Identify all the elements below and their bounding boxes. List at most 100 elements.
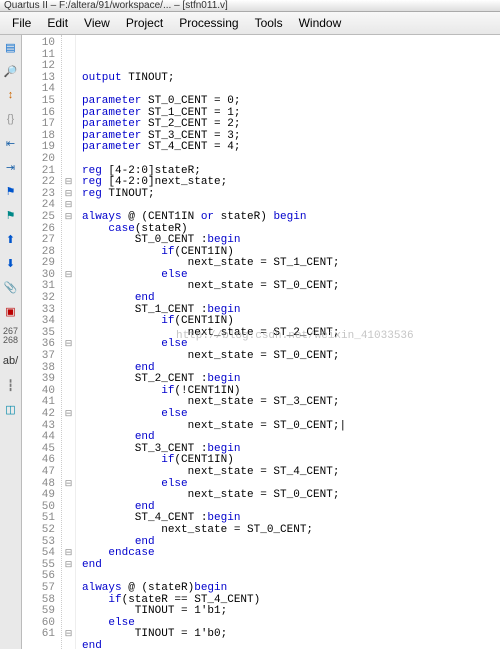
code-line[interactable]: end — [82, 560, 500, 572]
code-line[interactable]: TINOUT = 1'b1; — [82, 606, 500, 618]
fold-marker — [62, 525, 75, 537]
code-area[interactable]: http://blog.csdn.net/weixin_41033536 out… — [76, 35, 500, 649]
fold-marker — [62, 142, 75, 154]
fold-marker — [62, 606, 75, 618]
fold-marker — [62, 258, 75, 270]
fold-marker[interactable]: ⊟ — [62, 189, 75, 201]
menu-tools[interactable]: Tools — [247, 14, 291, 32]
line-number-gutter: 1011121314151617181920212223242526272829… — [22, 35, 62, 649]
fold-marker — [62, 583, 75, 595]
fold-marker — [62, 374, 75, 386]
menu-project[interactable]: Project — [118, 14, 171, 32]
line-number: 61 — [22, 629, 55, 641]
fold-marker — [62, 50, 75, 62]
fold-gutter[interactable]: ⊟⊟⊟⊟⊟⊟⊟⊟⊟⊟⊟ — [62, 35, 76, 649]
code-line[interactable]: end — [82, 293, 500, 305]
fold-marker[interactable]: ⊟ — [62, 177, 75, 189]
tool-strip: ▤ 🔎 ↕ {} ⇤ ⇥ ⚑ ⚑ ⬆ ⬇ 📎 ▣ 267 268 ab/ ┇ ◫ — [0, 35, 22, 649]
menu-file[interactable]: File — [4, 14, 39, 32]
code-line[interactable]: reg [4-2:0]next_state; — [82, 177, 500, 189]
line-number: 47 — [22, 467, 55, 479]
menubar: File Edit View Project Processing Tools … — [0, 12, 500, 35]
flag-blue-icon[interactable]: ⚑ — [3, 183, 19, 199]
fold-marker — [62, 397, 75, 409]
fold-marker — [62, 328, 75, 340]
fold-marker — [62, 386, 75, 398]
code-editor[interactable]: 1011121314151617181920212223242526272829… — [22, 35, 500, 649]
fold-marker — [62, 293, 75, 305]
ab-icon[interactable]: ab/ — [3, 353, 19, 369]
fold-marker — [62, 444, 75, 456]
code-line[interactable]: TINOUT = 1'b0; — [82, 629, 500, 641]
line-number: 59 — [22, 606, 55, 618]
code-line[interactable]: always @ (stateR)begin — [82, 583, 500, 595]
menu-processing[interactable]: Processing — [171, 14, 246, 32]
code-line[interactable]: output TINOUT; — [82, 73, 500, 85]
fold-marker — [62, 224, 75, 236]
fold-marker[interactable]: ⊟ — [62, 479, 75, 491]
code-line[interactable]: end — [82, 641, 500, 649]
fold-marker[interactable]: ⊟ — [62, 548, 75, 560]
fold-marker — [62, 119, 75, 131]
line-number: 42 — [22, 409, 55, 421]
replace-icon[interactable]: ↕ — [3, 87, 19, 103]
fold-marker — [62, 73, 75, 85]
code-line[interactable]: parameter ST_4_CENT = 4; — [82, 142, 500, 154]
fold-marker — [62, 432, 75, 444]
fold-marker — [62, 455, 75, 467]
fold-marker — [62, 595, 75, 607]
work-area: ▤ 🔎 ↕ {} ⇤ ⇥ ⚑ ⚑ ⬆ ⬇ 📎 ▣ 267 268 ab/ ┇ ◫… — [0, 35, 500, 649]
fold-marker[interactable]: ⊟ — [62, 339, 75, 351]
indent-left-icon[interactable]: ⇤ — [3, 135, 19, 151]
code-line[interactable]: parameter ST_2_CENT = 2; — [82, 119, 500, 131]
code-line[interactable]: endcase — [82, 548, 500, 560]
fold-marker[interactable]: ⊟ — [62, 200, 75, 212]
flag-up-icon[interactable]: ⬆ — [3, 231, 19, 247]
line-number: 27 — [22, 235, 55, 247]
line-number: 37 — [22, 351, 55, 363]
line-number: 32 — [22, 293, 55, 305]
fold-marker[interactable]: ⊟ — [62, 409, 75, 421]
line-number: 57 — [22, 583, 55, 595]
fold-marker[interactable]: ⊟ — [62, 560, 75, 572]
fold-marker — [62, 316, 75, 328]
fold-marker — [62, 421, 75, 433]
fold-marker — [62, 247, 75, 259]
fold-marker — [62, 502, 75, 514]
code-line[interactable]: else — [82, 409, 500, 421]
fold-marker — [62, 61, 75, 73]
menu-window[interactable]: Window — [291, 14, 350, 32]
code-line[interactable]: always @ (CENT1IN or stateR) begin — [82, 212, 500, 224]
fold-marker — [62, 235, 75, 247]
fold-marker — [62, 281, 75, 293]
title-text: Quartus II – F:/altera/91/workspace/... … — [4, 0, 228, 11]
code-line[interactable] — [82, 154, 500, 166]
code-line[interactable]: next_state = ST_4_CENT; — [82, 467, 500, 479]
tool-icon-3[interactable]: ◫ — [3, 401, 19, 417]
tool-icon-2[interactable]: ┇ — [3, 377, 19, 393]
code-line[interactable]: ST_0_CENT :begin — [82, 235, 500, 247]
menu-edit[interactable]: Edit — [39, 14, 76, 32]
fold-marker — [62, 166, 75, 178]
flag-teal-icon[interactable]: ⚑ — [3, 207, 19, 223]
fold-marker[interactable]: ⊟ — [62, 270, 75, 282]
menu-view[interactable]: View — [76, 14, 118, 32]
page-icon[interactable]: ▤ — [3, 39, 19, 55]
fold-marker[interactable]: ⊟ — [62, 212, 75, 224]
line-number: 49 — [22, 490, 55, 502]
clip-icon[interactable]: 📎 — [3, 279, 19, 295]
code-line[interactable]: reg TINOUT; — [82, 189, 500, 201]
indent-right-icon[interactable]: ⇥ — [3, 159, 19, 175]
fold-marker — [62, 351, 75, 363]
fold-marker — [62, 537, 75, 549]
fold-marker — [62, 84, 75, 96]
binoculars-icon[interactable]: 🔎 — [3, 63, 19, 79]
code-line[interactable]: parameter ST_0_CENT = 0; — [82, 96, 500, 108]
line-number: 17 — [22, 119, 55, 131]
line-number: 10 — [22, 38, 55, 50]
doc-red-icon[interactable]: ▣ — [3, 303, 19, 319]
line-number: 25 — [22, 212, 55, 224]
fold-marker[interactable]: ⊟ — [62, 629, 75, 641]
tool-icon-1[interactable]: {} — [3, 111, 19, 127]
flag-down-icon[interactable]: ⬇ — [3, 255, 19, 271]
